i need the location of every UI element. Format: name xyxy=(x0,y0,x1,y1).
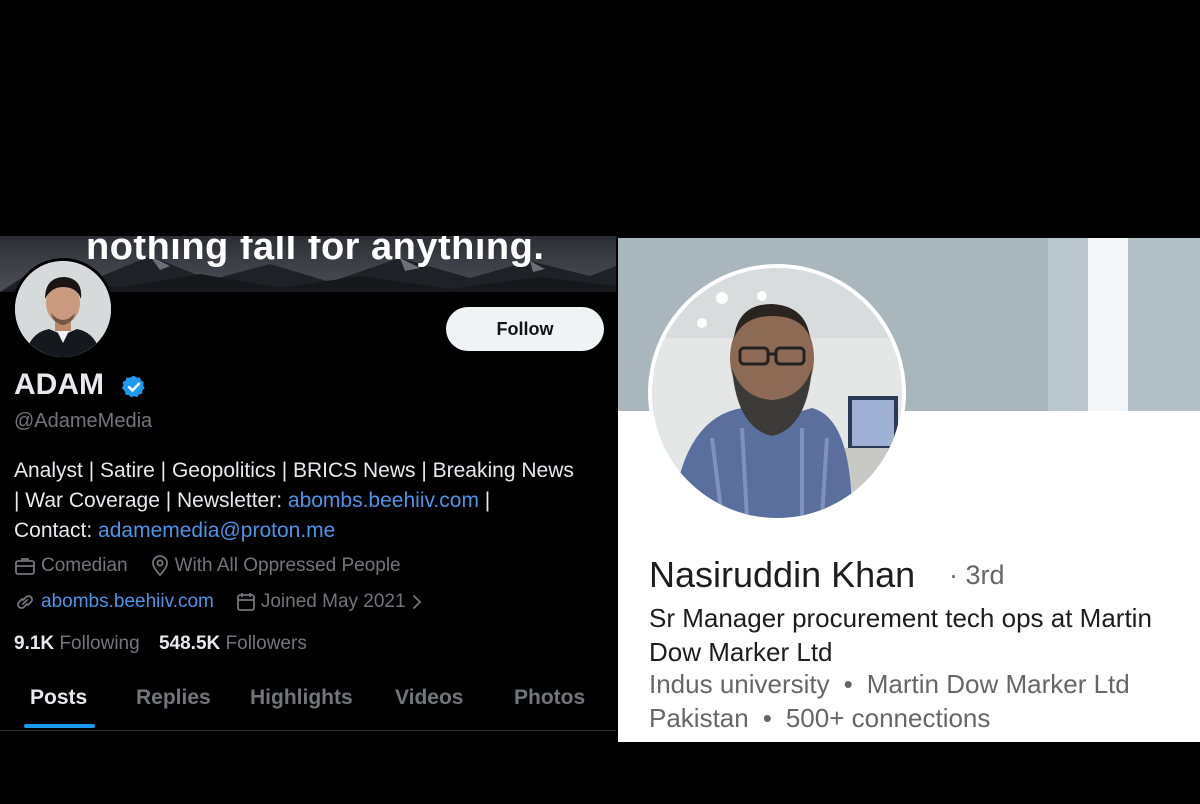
bio-text: Contact: xyxy=(14,519,99,542)
chevron-right-icon[interactable] xyxy=(412,594,422,610)
link-icon xyxy=(14,591,36,613)
contact-email-link[interactable]: adamemedia@proton.me xyxy=(98,519,335,542)
website-link[interactable]: abombs.beehiiv.com xyxy=(41,591,214,613)
profile-photo[interactable] xyxy=(648,264,906,522)
education[interactable]: Indus university xyxy=(649,669,830,699)
following-count: 9.1K xyxy=(14,633,55,654)
x-profile-panel: nothing fall for anything. Follow ADAM @… xyxy=(0,236,616,732)
active-tab-indicator xyxy=(24,724,95,728)
bio-text: Analyst | Satire | Geopolitics | BRICS N… xyxy=(14,459,574,482)
followers-label: Followers xyxy=(225,633,307,654)
bio-text: | xyxy=(478,489,491,512)
banner-text: nothing fall for anything. xyxy=(86,236,545,268)
follow-button[interactable]: Follow xyxy=(446,307,604,351)
profile-name: Nasiruddin Khan xyxy=(649,554,916,595)
display-name: ADAM xyxy=(14,368,104,401)
followers-count: 548.5K xyxy=(158,633,221,654)
verified-badge-icon xyxy=(121,374,147,405)
briefcase-icon xyxy=(14,556,36,576)
divider xyxy=(0,730,616,731)
bio-text: | War Coverage | Newsletter: xyxy=(14,489,288,512)
profession: Comedian xyxy=(41,555,128,576)
avatar[interactable] xyxy=(12,258,114,360)
profile-tabs: Posts Replies Highlights Videos Photos xyxy=(0,674,616,730)
tab-highlights[interactable]: Highlights xyxy=(250,686,353,710)
tab-photos[interactable]: Photos xyxy=(514,686,585,710)
join-date: Joined May 2021 xyxy=(260,591,406,612)
linkedin-profile-panel: Nasiruddin Khan · 3rd Sr Manager procure… xyxy=(618,238,1200,742)
following-label: Following xyxy=(59,633,140,654)
follow-stats: 9.1K Following 548.5K Followers xyxy=(14,633,307,655)
location: With All Oppressed People xyxy=(174,555,401,576)
separator: • xyxy=(843,669,853,699)
profile-meta-row-2: abombs.beehiiv.com Joined May 2021 xyxy=(14,591,427,613)
education-company-row: Indus university • Martin Dow Marker Ltd xyxy=(649,669,1130,700)
headline: Sr Manager procurement tech ops at Marti… xyxy=(649,603,1152,667)
tab-replies[interactable]: Replies xyxy=(136,686,211,710)
connection-degree: · 3rd xyxy=(949,560,1005,590)
tab-videos[interactable]: Videos xyxy=(395,686,463,710)
location: Pakistan xyxy=(649,703,749,733)
connections[interactable]: 500+ connections xyxy=(786,703,991,733)
tab-posts[interactable]: Posts xyxy=(30,686,87,710)
company[interactable]: Martin Dow Marker Ltd xyxy=(867,669,1130,699)
separator: • xyxy=(762,703,772,733)
location-connections-row: Pakistan • 500+ connections xyxy=(649,703,990,734)
followers-link[interactable]: 548.5K Followers xyxy=(159,633,307,654)
profile-meta-row: Comedian With All Oppressed People xyxy=(14,555,423,577)
calendar-icon xyxy=(236,592,256,612)
bio: Analyst | Satire | Geopolitics | BRICS N… xyxy=(14,456,610,546)
newsletter-link[interactable]: abombs.beehiiv.com xyxy=(288,489,479,512)
following-link[interactable]: 9.1K Following xyxy=(14,633,140,654)
handle: @AdameMedia xyxy=(14,410,153,432)
location-pin-icon xyxy=(150,555,170,577)
